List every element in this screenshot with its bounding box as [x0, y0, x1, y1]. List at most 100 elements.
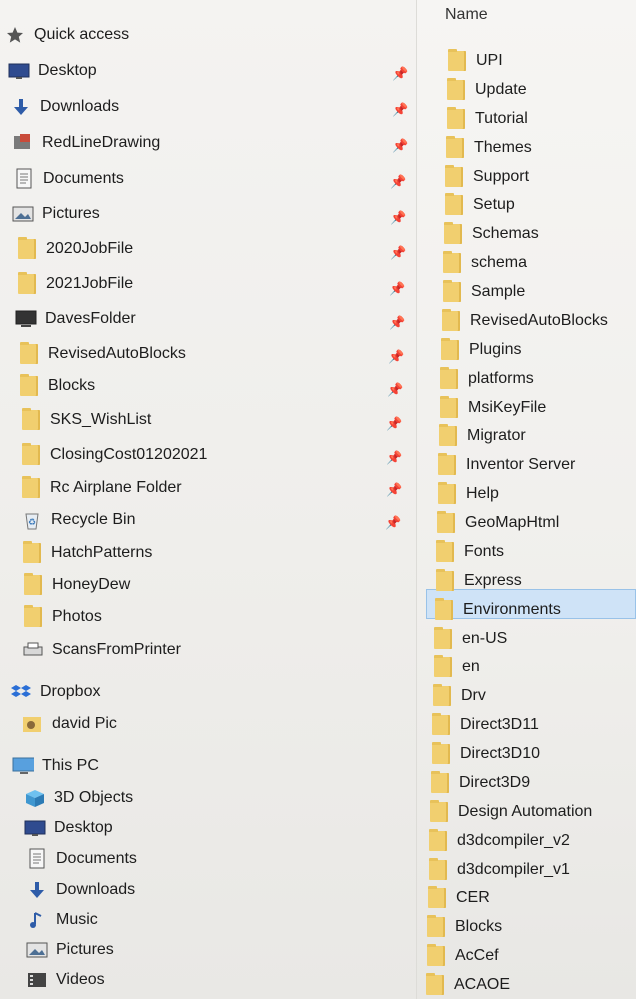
this-pc-item[interactable]: Videos: [26, 966, 105, 994]
this-pc-item-label: Downloads: [56, 881, 136, 898]
pin-icon[interactable]: 📌: [390, 175, 406, 189]
pin-icon[interactable]: 📌: [392, 103, 408, 117]
quick-access-item[interactable]: 2021JobFile: [16, 270, 133, 298]
folder-row-label: d3dcompiler_v1: [457, 861, 570, 878]
nav-this-pc[interactable]: This PC: [12, 752, 99, 780]
folder-row[interactable]: Migrator: [437, 422, 526, 450]
quick-access-item[interactable]: Rc Airplane Folder: [20, 474, 182, 502]
quick-access-item[interactable]: Desktop: [8, 57, 97, 85]
folder-row-selected[interactable]: Express: [434, 567, 522, 595]
pin-icon[interactable]: 📌: [386, 417, 402, 431]
folder-row[interactable]: Environments: [433, 596, 561, 624]
printer-icon: [22, 640, 44, 660]
quick-access-item[interactable]: 2020JobFile: [16, 235, 133, 263]
quick-access-item[interactable]: ♻ Recycle Bin: [21, 506, 135, 534]
pin-icon[interactable]: 📌: [390, 211, 406, 225]
folder-row[interactable]: Direct3D9: [429, 769, 530, 797]
quick-access-item[interactable]: HatchPatterns: [21, 539, 152, 567]
pin-icon[interactable]: 📌: [392, 139, 408, 153]
folder-row[interactable]: platforms: [438, 365, 534, 393]
this-pc-item[interactable]: Pictures: [26, 936, 114, 964]
this-pc-item[interactable]: Documents: [26, 845, 137, 873]
folder-row[interactable]: AcCef: [425, 942, 499, 970]
folder-row[interactable]: d3dcompiler_v1: [427, 856, 570, 884]
quick-access-item[interactable]: Documents: [13, 165, 124, 193]
folder-row[interactable]: Fonts: [434, 538, 504, 566]
quick-access-item[interactable]: ScansFromPrinter: [22, 636, 181, 664]
this-pc-item[interactable]: Downloads: [26, 876, 135, 904]
folder-row[interactable]: Inventor Server: [436, 451, 575, 479]
folder-row[interactable]: RevisedAutoBlocks: [440, 307, 608, 335]
folder-row-label: en: [462, 658, 480, 675]
folder-row[interactable]: Plugins: [439, 336, 521, 364]
folder-icon: [441, 251, 463, 273]
folder-row-label: Express: [464, 572, 522, 589]
folder-row[interactable]: Schemas: [442, 220, 539, 248]
this-pc-item-label: 3D Objects: [54, 789, 134, 806]
folder-icon: [434, 540, 456, 562]
folder-row-label: Fonts: [464, 543, 505, 560]
folder-row[interactable]: Tutorial: [445, 105, 528, 133]
quick-access-item[interactable]: Photos: [22, 603, 102, 631]
nav-dropbox-item[interactable]: david Pic: [22, 710, 117, 738]
folder-icon: [18, 374, 40, 396]
pin-icon[interactable]: 📌: [392, 67, 408, 81]
folder-icon: [22, 573, 44, 595]
this-pc-item[interactable]: Desktop: [24, 814, 113, 842]
quick-access-item[interactable]: Pictures: [12, 200, 100, 228]
folder-row[interactable]: Setup: [443, 191, 515, 219]
pin-icon[interactable]: 📌: [386, 483, 402, 497]
folder-row[interactable]: Support: [443, 163, 529, 191]
quick-access-item[interactable]: RedLineDrawing: [12, 129, 160, 157]
quick-access-item-label: ClosingCost01202021: [50, 446, 208, 463]
nav-dropbox[interactable]: Dropbox: [10, 678, 100, 706]
pin-icon[interactable]: 📌: [385, 516, 401, 530]
folder-row[interactable]: Drv: [431, 682, 486, 710]
pin-icon[interactable]: 📌: [389, 282, 405, 296]
quick-access-item[interactable]: HoneyDew: [22, 571, 130, 599]
folder-row[interactable]: Themes: [444, 134, 532, 162]
folder-row[interactable]: Update: [445, 76, 527, 104]
folder-row-label: en-US: [462, 630, 508, 647]
folder-row[interactable]: Sample: [441, 278, 525, 306]
pictures-icon: [12, 204, 34, 224]
music-icon: [26, 910, 48, 930]
quick-access-item[interactable]: ClosingCost01202021: [20, 441, 207, 469]
pin-icon[interactable]: 📌: [387, 383, 403, 397]
folder-row[interactable]: d3dcompiler_v2: [427, 827, 570, 855]
pin-icon[interactable]: 📌: [390, 246, 406, 260]
quick-access-item-label: Desktop: [38, 62, 97, 79]
quick-access-item[interactable]: Downloads: [10, 93, 119, 121]
folder-row[interactable]: schema: [441, 249, 527, 277]
quick-access-item[interactable]: DavesFolder: [15, 305, 136, 333]
quick-access-item[interactable]: SKS_WishList: [20, 406, 151, 434]
quick-access-item[interactable]: RevisedAutoBlocks: [18, 340, 186, 368]
folder-row[interactable]: ACAOE: [424, 971, 510, 999]
folder-row[interactable]: GeoMapHtml: [435, 509, 559, 537]
this-pc-item[interactable]: 3D Objects: [24, 784, 133, 812]
quick-access-item[interactable]: Blocks: [18, 372, 95, 400]
folder-row[interactable]: en-US: [432, 625, 507, 653]
folder-row-label: Update: [475, 81, 527, 98]
folder-row[interactable]: Design Automation: [428, 798, 592, 826]
folder-row[interactable]: Help: [436, 480, 499, 508]
pin-icon[interactable]: 📌: [388, 350, 404, 364]
folder-row[interactable]: Blocks: [425, 913, 502, 941]
folder-row[interactable]: CER: [426, 884, 490, 912]
folder-row[interactable]: Direct3D10: [430, 740, 540, 768]
pin-icon[interactable]: 📌: [386, 451, 402, 465]
folder-icon: [444, 136, 466, 158]
folder-row[interactable]: UPI: [446, 47, 503, 75]
this-pc-item-label: Music: [56, 911, 98, 928]
pin-icon[interactable]: 📌: [389, 316, 405, 330]
folder-row[interactable]: en: [432, 653, 480, 681]
computer-icon: [15, 309, 37, 329]
column-header-name[interactable]: Name: [445, 6, 488, 24]
this-pc-item-label: Desktop: [54, 819, 113, 836]
folder-row[interactable]: Direct3D11: [430, 711, 539, 739]
folder-row-label: Plugins: [469, 341, 522, 358]
star-icon: [4, 25, 26, 45]
folder-row[interactable]: MsiKeyFile: [438, 394, 546, 422]
quick-access-header[interactable]: Quick access: [4, 21, 129, 49]
this-pc-item[interactable]: Music: [26, 906, 98, 934]
